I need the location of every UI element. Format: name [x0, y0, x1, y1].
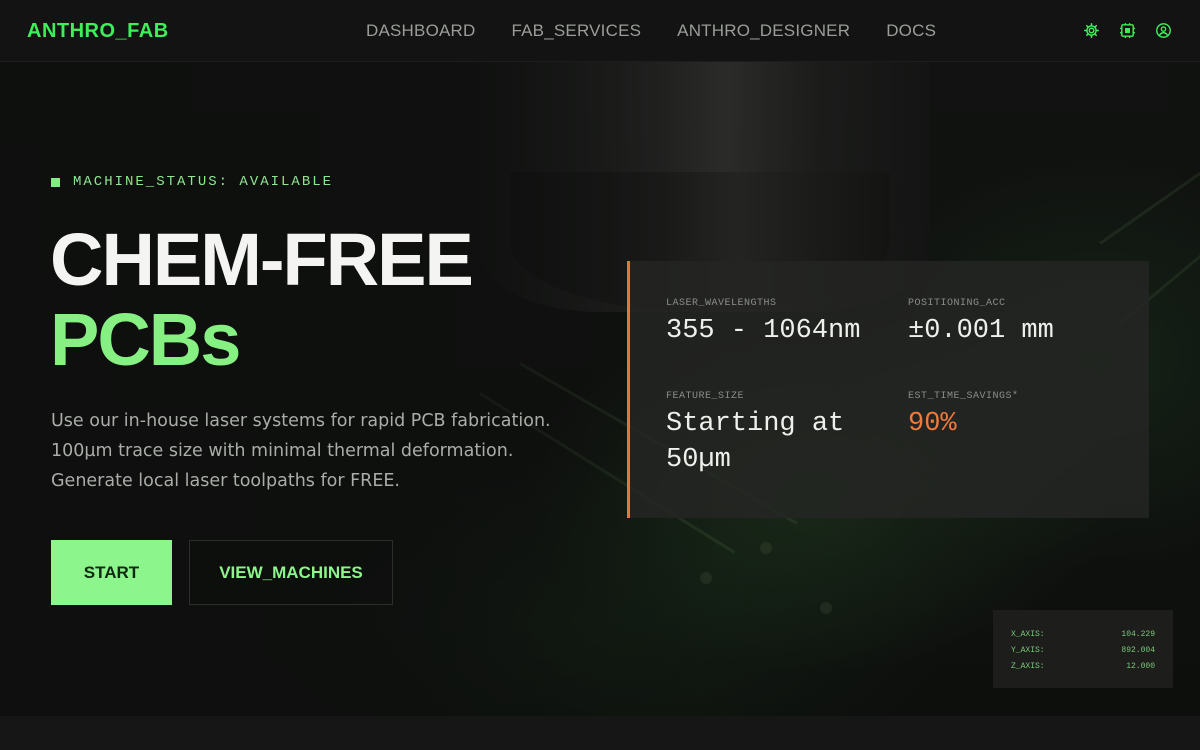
spec-value: 355 - 1064nm [666, 316, 861, 346]
hero-headline: CHEM-FREE PCBs [50, 218, 474, 381]
headline-line-1: CHEM-FREE [50, 218, 474, 301]
next-section-edge [0, 716, 1200, 750]
hero-description: Use our in-house laser systems for rapid… [51, 406, 591, 496]
view-machines-button[interactable]: VIEW_MACHINES [189, 540, 393, 605]
spec-label: POSITIONING_ACC [908, 298, 1006, 309]
spec-label: LASER_WAVELENGTHS [666, 298, 777, 309]
memory-chip-icon[interactable] [1119, 22, 1136, 39]
description-line: Generate local laser toolpaths for FREE. [51, 471, 400, 491]
axis-value: 104.229 [1121, 630, 1155, 639]
spec-label: FEATURE_SIZE [666, 391, 745, 402]
headline-line-2: PCBs [50, 298, 241, 381]
axis-row-y: Y_AXIS: 892.004 [1011, 643, 1155, 659]
brand-logo[interactable]: ANTHRO_FAB [27, 20, 169, 43]
spec-laser-wavelengths: LASER_WAVELENGTHS 355 - 1064nm [666, 298, 860, 349]
nav-icon-group [1083, 22, 1172, 39]
machine-status-text: MACHINE_STATUS: AVAILABLE [73, 174, 334, 190]
axis-label: X_AXIS: [1011, 630, 1045, 639]
description-line: 100µm trace size with minimal thermal de… [51, 441, 514, 461]
description-line: Use our in-house laser systems for rapid… [51, 411, 551, 431]
account-circle-icon[interactable] [1155, 22, 1172, 39]
spec-value: ±0.001 mm [908, 316, 1054, 346]
machine-status-indicator: MACHINE_STATUS: AVAILABLE [51, 174, 333, 190]
spec-feature-size: FEATURE_SIZE Starting at 50µm [666, 391, 876, 478]
axis-value: 12.000 [1126, 662, 1155, 671]
nav-link-anthro-designer[interactable]: ANTHRO_DESIGNER [677, 21, 850, 41]
spec-value: 90% [908, 409, 957, 439]
axis-label: Y_AXIS: [1011, 646, 1045, 655]
axis-value: 892.004 [1121, 646, 1155, 655]
status-square-icon [51, 177, 60, 187]
specs-card: LASER_WAVELENGTHS 355 - 1064nm POSITIONI… [627, 261, 1149, 518]
axis-row-x: X_AXIS: 104.229 [1011, 627, 1155, 643]
top-navbar: ANTHRO_FAB DASHBOARD FAB_SERVICES ANTHRO… [0, 0, 1200, 62]
nav-link-dashboard[interactable]: DASHBOARD [366, 21, 476, 41]
axis-row-z: Z_AXIS: 12.000 [1011, 659, 1155, 675]
axis-readout-panel: X_AXIS: 104.229 Y_AXIS: 892.004 Z_AXIS: … [993, 610, 1173, 688]
nav-link-fab-services[interactable]: FAB_SERVICES [512, 21, 642, 41]
axis-label: Z_AXIS: [1011, 662, 1045, 671]
main-nav: DASHBOARD FAB_SERVICES ANTHRO_DESIGNER D… [366, 21, 972, 41]
nav-link-docs[interactable]: DOCS [886, 21, 936, 41]
spec-label: EST_TIME_SAVINGS* [908, 391, 1019, 402]
start-button[interactable]: START [51, 540, 172, 605]
spec-value: Starting at 50µm [666, 409, 845, 475]
spec-positioning-accuracy: POSITIONING_ACC ±0.001 mm [908, 298, 1054, 349]
settings-icon[interactable] [1083, 22, 1100, 39]
spec-time-savings: EST_TIME_SAVINGS* 90% [908, 391, 1019, 442]
